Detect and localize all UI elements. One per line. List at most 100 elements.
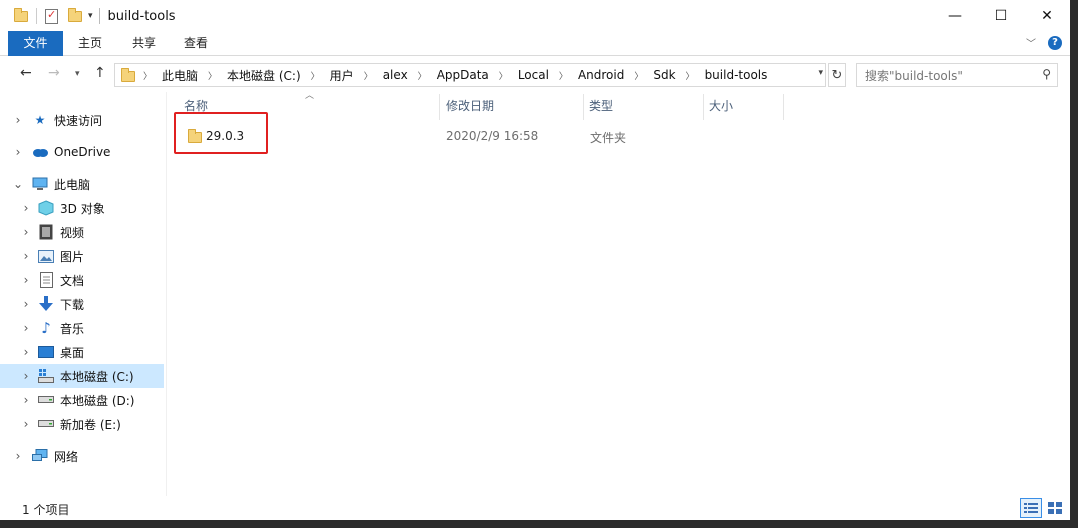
- sidebar-item-downloads[interactable]: › 下载: [0, 292, 164, 316]
- column-separator[interactable]: [583, 94, 584, 120]
- film-icon: [38, 224, 54, 240]
- tab-file[interactable]: 文件: [8, 31, 63, 56]
- breadcrumb-item[interactable]: 此电脑: [162, 67, 198, 84]
- column-separator[interactable]: [703, 94, 704, 120]
- breadcrumb-item[interactable]: Sdk: [653, 68, 675, 82]
- help-icon[interactable]: ?: [1048, 35, 1062, 50]
- chevron-right-icon[interactable]: 〉: [559, 69, 568, 82]
- status-bar: 1 个项目: [0, 496, 1070, 520]
- sidebar-item-documents[interactable]: › 文档: [0, 268, 164, 292]
- ribbon: 文件 主页 共享 查看 ﹀ ?: [0, 31, 1070, 56]
- close-button[interactable]: ✕: [1024, 0, 1070, 31]
- properties-icon[interactable]: [45, 8, 58, 24]
- sort-ascending-icon: ︿: [305, 91, 315, 101]
- chevron-right-icon[interactable]: ›: [20, 297, 32, 311]
- item-count: 1 个项目: [22, 503, 70, 517]
- tab-view[interactable]: 查看: [172, 31, 220, 56]
- sidebar-item-onedrive[interactable]: › OneDrive: [0, 140, 164, 164]
- music-icon: ♪: [41, 319, 51, 337]
- sidebar-item-pictures[interactable]: › 图片: [0, 244, 164, 268]
- chevron-right-icon[interactable]: ›: [12, 449, 24, 463]
- large-icons-view-button[interactable]: [1044, 498, 1066, 518]
- table-row[interactable]: 29.0.3 2020/2/9 16:58 文件夹: [178, 124, 778, 148]
- minimize-button[interactable]: —: [932, 0, 978, 31]
- chevron-right-icon[interactable]: ›: [20, 417, 32, 431]
- sidebar-item-music[interactable]: › ♪ 音乐: [0, 316, 164, 340]
- forward-arrow-icon[interactable]: →: [48, 65, 60, 81]
- folder-icon: [121, 68, 135, 82]
- chevron-down-icon[interactable]: ▾: [818, 68, 823, 78]
- large-icons-view-icon: [1048, 502, 1062, 514]
- sidebar-item-drive-d[interactable]: › 本地磁盘 (D:): [0, 388, 164, 412]
- expand-ribbon-icon[interactable]: ﹀: [1026, 35, 1036, 50]
- breadcrumb-item[interactable]: build-tools: [705, 68, 768, 82]
- back-arrow-icon[interactable]: ←: [20, 65, 32, 81]
- download-icon: [38, 296, 54, 312]
- breadcrumb-item[interactable]: AppData: [437, 68, 489, 82]
- cloud-icon: [32, 144, 48, 160]
- search-icon[interactable]: ⚲: [1042, 67, 1051, 81]
- chevron-right-icon[interactable]: ›: [20, 369, 32, 383]
- explorer-window: ▾ build-tools — ☐ ✕ 文件 主页 共享 查看 ﹀ ? ← → …: [0, 0, 1070, 520]
- navigation-bar: ← → ▾ ↑ 〉 此电脑 〉 本地磁盘 (C:) 〉 用户 〉 alex 〉 …: [0, 57, 1070, 91]
- chevron-right-icon[interactable]: 〉: [364, 69, 373, 82]
- column-separator[interactable]: [439, 94, 440, 120]
- search-placeholder: 搜索"build-tools": [865, 68, 963, 83]
- chevron-down-icon[interactable]: ⌄: [12, 177, 24, 191]
- column-separator[interactable]: [783, 94, 784, 120]
- chevron-right-icon[interactable]: 〉: [686, 69, 695, 82]
- maximize-button[interactable]: ☐: [978, 0, 1024, 31]
- chevron-right-icon[interactable]: 〉: [208, 69, 217, 82]
- ribbon-right-controls: ﹀ ?: [1026, 35, 1062, 50]
- sidebar-item-quick-access[interactable]: › ★ 快速访问: [0, 108, 164, 132]
- chevron-right-icon[interactable]: ›: [20, 225, 32, 239]
- chevron-right-icon[interactable]: ›: [20, 393, 32, 407]
- sidebar-item-desktop[interactable]: › 桌面: [0, 340, 164, 364]
- drive-icon: [38, 416, 54, 432]
- drive-icon: [38, 392, 54, 408]
- file-modified: 2020/2/9 16:58: [446, 129, 539, 143]
- column-header-modified[interactable]: 修改日期: [446, 98, 494, 120]
- chevron-right-icon[interactable]: 〉: [143, 69, 152, 82]
- address-bar[interactable]: 〉 此电脑 〉 本地磁盘 (C:) 〉 用户 〉 alex 〉 AppData …: [114, 63, 826, 87]
- pane-divider[interactable]: [166, 92, 167, 496]
- chevron-right-icon[interactable]: ›: [20, 249, 32, 263]
- breadcrumb-item[interactable]: Local: [518, 68, 549, 82]
- sidebar-item-drive-c[interactable]: › 本地磁盘 (C:): [0, 364, 164, 388]
- breadcrumb-item[interactable]: 本地磁盘 (C:): [227, 67, 301, 84]
- search-input[interactable]: 搜索"build-tools" ⚲: [856, 63, 1058, 87]
- details-view-button[interactable]: [1020, 498, 1042, 518]
- chevron-right-icon[interactable]: ›: [20, 321, 32, 335]
- sidebar-item-videos[interactable]: › 视频: [0, 220, 164, 244]
- chevron-right-icon[interactable]: ›: [12, 113, 24, 127]
- breadcrumb-item[interactable]: alex: [383, 68, 408, 82]
- tab-share[interactable]: 共享: [120, 31, 168, 56]
- desktop-icon: [38, 344, 54, 360]
- recent-locations-icon[interactable]: ▾: [75, 69, 80, 79]
- up-arrow-icon[interactable]: ↑: [94, 65, 106, 81]
- chevron-right-icon[interactable]: ›: [20, 273, 32, 287]
- details-view-icon: [1024, 503, 1038, 513]
- chevron-right-icon[interactable]: ›: [20, 201, 32, 215]
- column-header-size[interactable]: 大小: [709, 98, 733, 120]
- breadcrumb-item[interactable]: 用户: [330, 67, 354, 84]
- star-icon: ★: [34, 113, 46, 127]
- chevron-right-icon[interactable]: 〉: [634, 69, 643, 82]
- picture-icon: [38, 248, 54, 264]
- refresh-button[interactable]: ↻: [828, 63, 846, 87]
- breadcrumb-item[interactable]: Android: [578, 68, 624, 82]
- chevron-right-icon[interactable]: ›: [20, 345, 32, 359]
- chevron-right-icon[interactable]: 〉: [499, 69, 508, 82]
- sidebar-item-network[interactable]: › 网络: [0, 444, 164, 468]
- chevron-right-icon[interactable]: 〉: [311, 69, 320, 82]
- view-toggle: [1020, 498, 1066, 518]
- sidebar-item-3d-objects[interactable]: › 3D 对象: [0, 196, 164, 220]
- customize-qat-icon[interactable]: ▾: [88, 11, 93, 21]
- chevron-right-icon[interactable]: 〉: [418, 69, 427, 82]
- chevron-right-icon[interactable]: ›: [12, 145, 24, 159]
- sidebar-item-drive-e[interactable]: › 新加卷 (E:): [0, 412, 164, 436]
- tab-home[interactable]: 主页: [66, 31, 114, 56]
- sidebar-item-this-pc[interactable]: ⌄ 此电脑: [0, 172, 164, 196]
- new-folder-icon[interactable]: [68, 7, 82, 22]
- column-header-type[interactable]: 类型: [589, 98, 613, 120]
